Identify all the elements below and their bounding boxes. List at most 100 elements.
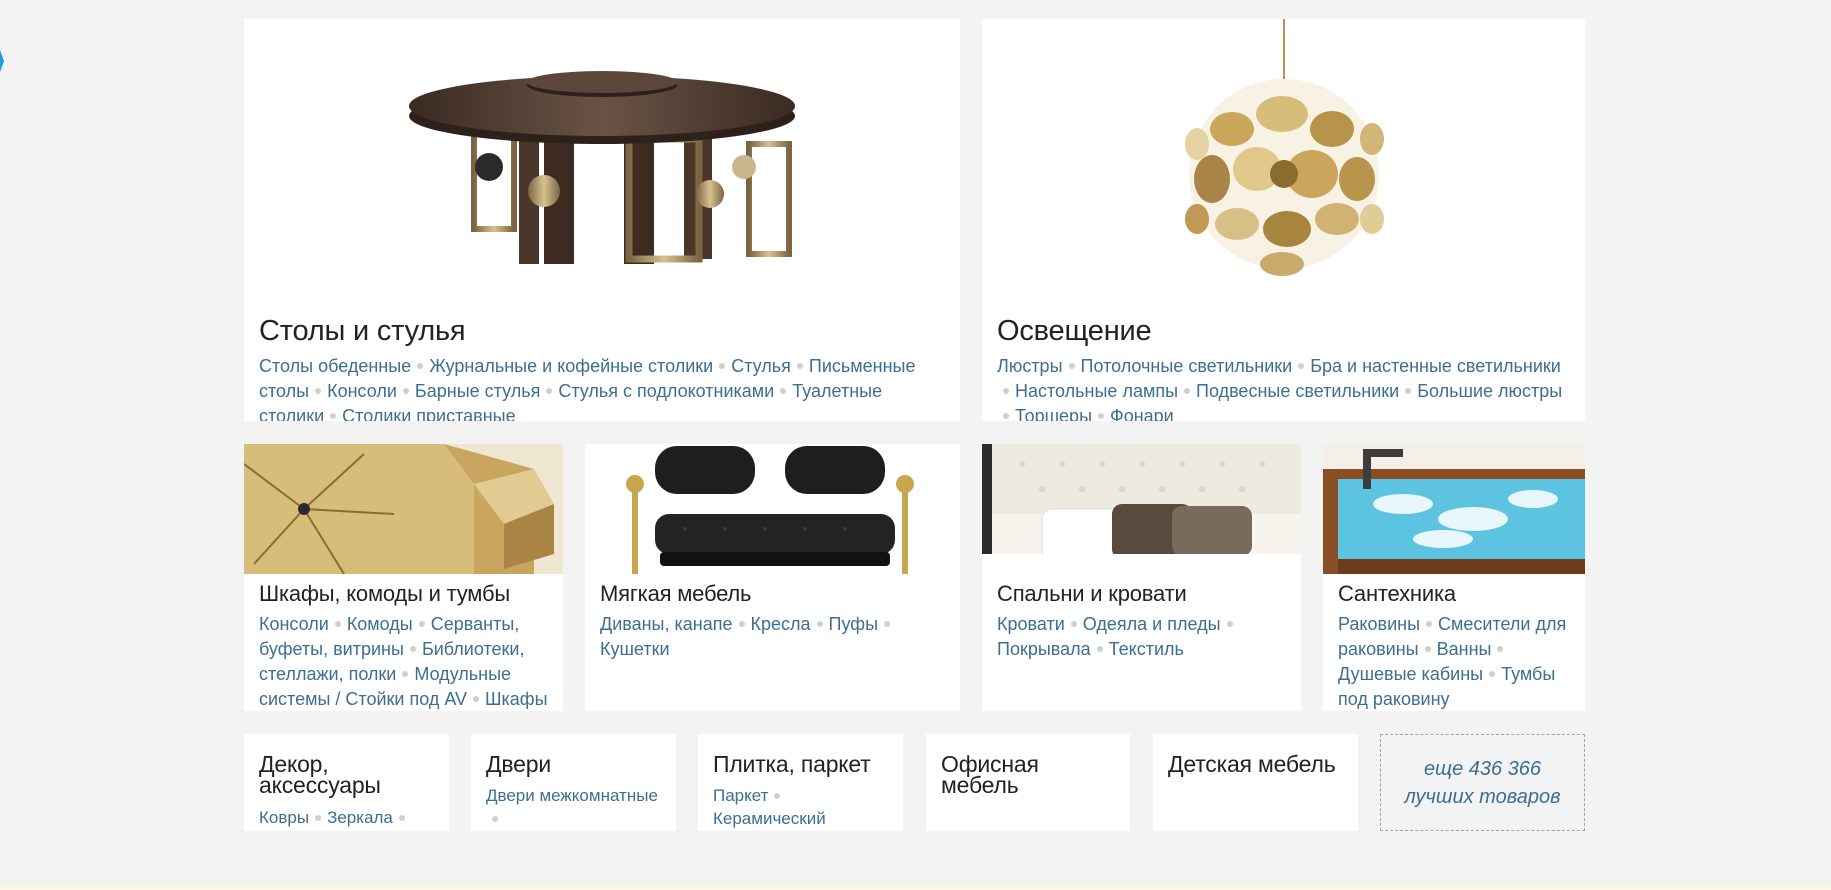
separator-dot: [330, 413, 337, 420]
cabinet-image[interactable]: [244, 444, 563, 575]
link-sinks[interactable]: Раковины: [1338, 614, 1420, 634]
category-links: Консоли Комоды Серванты, буфеты, витрины Би…: [259, 612, 549, 711]
link-chairs[interactable]: Стулья: [731, 356, 791, 376]
separator-dot: [780, 388, 787, 395]
link-ceramic[interactable]: Керамический: [713, 809, 826, 828]
link-armchairs[interactable]: Стулья с подлокотниками: [558, 381, 774, 401]
separator-dot: [1426, 621, 1433, 628]
link-large-chandeliers[interactable]: Большие люстры: [1417, 381, 1562, 401]
separator-dot: [738, 621, 745, 628]
separator-dot: [1098, 413, 1105, 420]
more-products-count: еще 436 366: [1423, 758, 1542, 780]
link-wall-lights[interactable]: Бра и настенные светильники: [1310, 356, 1561, 376]
round-table-image[interactable]: [244, 19, 960, 309]
category-links: Двери межкомнатные: [486, 784, 666, 830]
link-parquet[interactable]: Паркет: [713, 786, 768, 805]
category-title[interactable]: Декор, аксессуары: [259, 753, 449, 797]
separator-dot: [315, 388, 322, 395]
link-shower-cabins[interactable]: Душевые кабины: [1338, 664, 1483, 684]
link-dining-tables[interactable]: Столы обеденные: [259, 356, 411, 376]
category-card-office[interactable]: Офисная мебель: [926, 734, 1130, 831]
chandelier-image[interactable]: [982, 19, 1585, 309]
separator-dot: [334, 621, 341, 628]
link-mirrors[interactable]: Зеркала: [327, 808, 393, 827]
link-couches[interactable]: Кушетки: [600, 639, 670, 659]
link-armchairs[interactable]: Кресла: [751, 614, 811, 634]
link-bedspreads[interactable]: Покрывала: [997, 639, 1091, 659]
separator-dot: [1405, 388, 1412, 395]
category-title[interactable]: Офисная мебель: [941, 753, 1051, 797]
separator-dot: [1003, 413, 1009, 420]
link-rugs[interactable]: Ковры: [259, 808, 309, 827]
link-dressers[interactable]: Комоды: [347, 614, 413, 634]
category-title[interactable]: Освещение: [997, 315, 1152, 348]
link-consoles[interactable]: Консоли: [259, 614, 329, 634]
separator-dot: [1226, 621, 1233, 628]
link-side-tables[interactable]: Столики приставные: [342, 406, 515, 421]
category-links: Диваны, канапе Кресла Пуфы Кушетки: [600, 612, 946, 662]
separator-dot: [1497, 646, 1504, 653]
category-links: Люстры Потолочные светильники Бра и настен…: [997, 354, 1565, 421]
separator-dot: [1068, 363, 1075, 370]
separator-dot: [492, 815, 498, 822]
category-title[interactable]: Шкафы, комоды и тумбы: [259, 581, 510, 607]
category-links: Ковры Зеркала: [259, 806, 439, 829]
category-card-kids[interactable]: Детская мебель: [1153, 734, 1358, 831]
category-title[interactable]: Плитка, паркет: [713, 753, 871, 776]
category-title[interactable]: Спальни и кровати: [997, 581, 1187, 607]
more-products-link[interactable]: еще 436 366 лучших товаров: [1380, 734, 1585, 831]
separator-dot: [774, 792, 781, 799]
category-title[interactable]: Двери: [486, 753, 551, 776]
side-tab-marker[interactable]: [0, 50, 4, 72]
link-beds[interactable]: Кровати: [997, 614, 1065, 634]
category-card-decor[interactable]: Декор, аксессуары Ковры Зеркала: [244, 734, 449, 831]
separator-dot: [719, 363, 726, 370]
more-products-label: лучших товаров: [1404, 786, 1561, 808]
category-card-plumbing[interactable]: Сантехника Раковины Смесители для раковин…: [1323, 444, 1585, 711]
separator-dot: [402, 671, 409, 678]
link-bar-stools[interactable]: Барные стулья: [415, 381, 540, 401]
link-interior-doors[interactable]: Двери межкомнатные: [486, 786, 658, 805]
link-sofas[interactable]: Диваны, канапе: [600, 614, 733, 634]
link-lanterns[interactable]: Фонари: [1110, 406, 1174, 421]
separator-dot: [816, 621, 823, 628]
separator-dot: [417, 363, 424, 370]
separator-dot: [796, 363, 803, 370]
category-title[interactable]: Столы и стулья: [259, 315, 466, 348]
category-card-soft-furniture[interactable]: Мягкая мебель Диваны, канапе Кресла Пуфы Ку…: [585, 444, 960, 711]
category-card-bedrooms[interactable]: Спальни и кровати Кровати Одеяла и пледы П…: [982, 444, 1301, 711]
separator-dot: [884, 621, 891, 628]
separator-dot: [1489, 671, 1496, 678]
link-ceiling-lights[interactable]: Потолочные светильники: [1081, 356, 1293, 376]
separator-dot: [409, 646, 416, 653]
link-poufs[interactable]: Пуфы: [829, 614, 878, 634]
separator-dot: [1298, 363, 1305, 370]
bed-image[interactable]: [982, 444, 1301, 574]
link-pendant-lights[interactable]: Подвесные светильники: [1196, 381, 1399, 401]
category-card-tables-chairs[interactable]: Столы и стулья Столы обеденные Журнальные…: [244, 19, 960, 421]
category-title[interactable]: Мягкая мебель: [600, 581, 752, 607]
separator-dot: [546, 388, 553, 395]
link-bathtubs[interactable]: Ванны: [1437, 639, 1492, 659]
category-title[interactable]: Сантехника: [1338, 581, 1456, 607]
link-textile[interactable]: Текстиль: [1109, 639, 1184, 659]
category-card-cabinets[interactable]: Шкафы, комоды и тумбы Консоли Комоды Серва…: [244, 444, 563, 711]
armchair-image[interactable]: [585, 444, 960, 574]
bathtub-image[interactable]: [1323, 444, 1585, 574]
link-consoles[interactable]: Консоли: [327, 381, 397, 401]
category-links: Раковины Смесители для раковины ВанныДушев…: [1338, 612, 1571, 711]
separator-dot: [398, 814, 405, 821]
link-blankets[interactable]: Одеяла и пледы: [1083, 614, 1221, 634]
category-card-tiles-parquet[interactable]: Плитка, паркет Паркет Керамический: [698, 734, 903, 831]
link-wardrobes[interactable]: Шкафы: [485, 689, 548, 709]
separator-dot: [418, 621, 425, 628]
separator-dot: [1070, 621, 1077, 628]
link-chandeliers[interactable]: Люстры: [997, 356, 1063, 376]
category-card-doors[interactable]: Двери Двери межкомнатные: [471, 734, 676, 831]
category-links: Кровати Одеяла и пледы Покрывала Текстиль: [997, 612, 1287, 662]
link-floor-lamps[interactable]: Торшеры: [1015, 406, 1092, 421]
category-card-lighting[interactable]: Освещение Люстры Потолочные светильники Бр…: [982, 19, 1585, 421]
link-coffee-tables[interactable]: Журнальные и кофейные столики: [429, 356, 713, 376]
link-table-lamps[interactable]: Настольные лампы: [1015, 381, 1178, 401]
category-title[interactable]: Детская мебель: [1168, 753, 1336, 776]
